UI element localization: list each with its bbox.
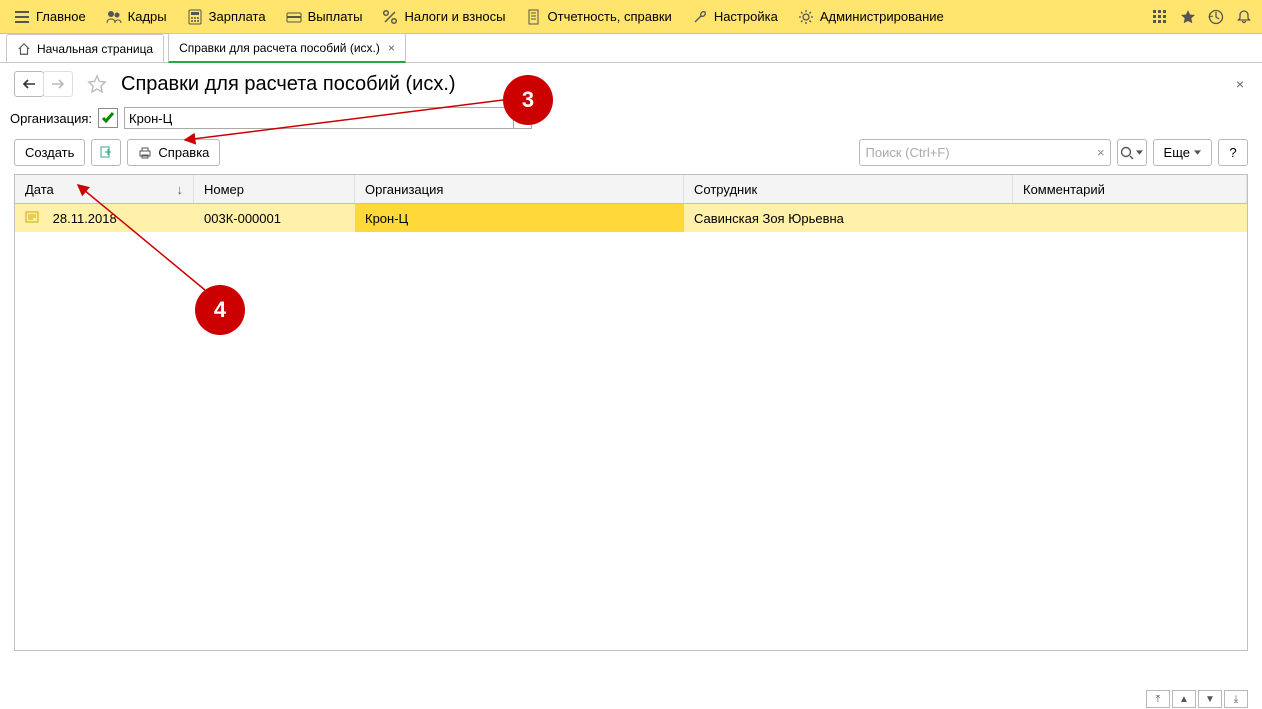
page-header: Справки для расчета пособий (исх.) × [0, 63, 1262, 101]
annotation-3-label: 3 [522, 87, 534, 113]
tab-home[interactable]: Начальная страница [6, 34, 164, 62]
tab-home-label: Начальная страница [37, 42, 153, 56]
tab-current[interactable]: Справки для расчета пособий (исх.) × [168, 33, 406, 63]
create-copy-button[interactable] [91, 139, 121, 166]
search-clear-icon[interactable]: × [1092, 145, 1110, 160]
help-button-label: ? [1229, 145, 1236, 160]
annotation-3-badge: 3 [503, 75, 553, 125]
menu-admin[interactable]: Администрирование [788, 0, 954, 33]
cell-date: 28.11.2018 [15, 204, 194, 233]
menu-main[interactable]: Главное [4, 0, 96, 33]
menu-payments[interactable]: Выплаты [276, 0, 373, 33]
menu-settings[interactable]: Настройка [682, 0, 788, 33]
filter-org-value: Крон-Ц [129, 111, 172, 126]
menu-reports[interactable]: Отчетность, справки [516, 0, 682, 33]
people-icon [106, 9, 122, 25]
home-icon [17, 42, 31, 56]
menu-label: Настройка [714, 9, 778, 24]
page-title: Справки для расчета пособий (исх.) [121, 73, 456, 96]
data-table: Дата ↓ Номер Организация Сотрудник Комме… [15, 175, 1247, 232]
menu-label: Отчетность, справки [548, 9, 672, 24]
favorites-star-icon[interactable] [1174, 3, 1202, 31]
create-button[interactable]: Создать [14, 139, 85, 166]
table-nav-buttons: ⤒ ▲ ▼ ⤓ [1144, 690, 1248, 705]
favorite-star-outline-icon[interactable] [87, 74, 107, 94]
report-icon [526, 9, 542, 25]
filter-org-checkbox[interactable] [98, 108, 118, 128]
nav-last-icon[interactable]: ⤓ [1224, 690, 1248, 708]
create-button-label: Создать [25, 145, 74, 160]
data-table-wrap: Дата ↓ Номер Организация Сотрудник Комме… [14, 174, 1248, 651]
more-button-label: Еще [1164, 145, 1190, 160]
menu-hr[interactable]: Кадры [96, 0, 177, 33]
chevron-down-icon [1136, 150, 1143, 155]
chevron-down-icon [1194, 150, 1201, 155]
filter-org-label: Организация: [10, 111, 92, 126]
filter-row: Организация: Крон-Ц [0, 101, 1262, 137]
menu-label: Кадры [128, 9, 167, 24]
cell-employee: Савинская Зоя Юрьевна [684, 204, 1013, 233]
search-input[interactable] [860, 145, 1092, 160]
search-box[interactable]: × [859, 139, 1111, 166]
menu-salary[interactable]: Зарплата [177, 0, 276, 33]
notifications-bell-icon[interactable] [1230, 3, 1258, 31]
col-date[interactable]: Дата ↓ [15, 175, 194, 204]
menu-label: Главное [36, 9, 86, 24]
col-date-label: Дата [25, 182, 54, 197]
menu-taxes[interactable]: Налоги и взносы [372, 0, 515, 33]
nav-up-icon[interactable]: ▲ [1172, 690, 1196, 708]
wallet-icon [286, 9, 302, 25]
cell-date-value: 28.11.2018 [53, 211, 117, 226]
help-button[interactable]: ? [1218, 139, 1248, 166]
print-button-label: Справка [158, 145, 209, 160]
col-comment[interactable]: Комментарий [1013, 175, 1247, 204]
nav-forward-button[interactable] [43, 71, 73, 97]
nav-down-icon[interactable]: ▼ [1198, 690, 1222, 708]
tab-strip: Начальная страница Справки для расчета п… [0, 34, 1262, 63]
apps-grid-icon[interactable] [1146, 3, 1174, 31]
menu-label: Администрирование [820, 9, 944, 24]
sort-descending-icon: ↓ [177, 182, 184, 197]
percent-icon [382, 9, 398, 25]
menu-label: Зарплата [209, 9, 266, 24]
tab-close-icon[interactable]: × [388, 41, 395, 55]
col-number[interactable]: Номер [194, 175, 355, 204]
magnifier-icon [1120, 146, 1134, 160]
printer-icon [138, 146, 152, 160]
search-go-button[interactable] [1117, 139, 1147, 166]
command-bar: Создать Справка × Еще ? [0, 137, 1262, 174]
table-header-row: Дата ↓ Номер Организация Сотрудник Комме… [15, 175, 1247, 204]
wrench-icon [692, 9, 708, 25]
menu-label: Налоги и взносы [404, 9, 505, 24]
close-page-icon[interactable]: × [1236, 76, 1244, 92]
more-button[interactable]: Еще [1153, 139, 1212, 166]
calculator-icon [187, 9, 203, 25]
col-org[interactable]: Организация [355, 175, 684, 204]
copy-doc-icon [99, 146, 113, 160]
tab-current-label: Справки для расчета пособий (исх.) [179, 41, 380, 55]
nav-first-icon[interactable]: ⤒ [1146, 690, 1170, 708]
col-employee[interactable]: Сотрудник [684, 175, 1013, 204]
print-button[interactable]: Справка [127, 139, 220, 166]
filter-org-input[interactable]: Крон-Ц [124, 107, 514, 129]
main-menu-bar: Главное Кадры Зарплата Выплаты Налоги и … [0, 0, 1262, 34]
cell-org: Крон-Ц [355, 204, 684, 233]
annotation-4-label: 4 [214, 297, 226, 323]
gear-icon [798, 9, 814, 25]
nav-back-button[interactable] [14, 71, 44, 97]
menu-label: Выплаты [308, 9, 363, 24]
annotation-4-badge: 4 [195, 285, 245, 335]
document-icon [25, 211, 39, 223]
cell-comment [1013, 204, 1247, 233]
history-icon[interactable] [1202, 3, 1230, 31]
menu-icon-main [14, 9, 30, 25]
cell-number: 003К-000001 [194, 204, 355, 233]
table-row[interactable]: 28.11.2018 003К-000001 Крон-Ц Савинская … [15, 204, 1247, 233]
